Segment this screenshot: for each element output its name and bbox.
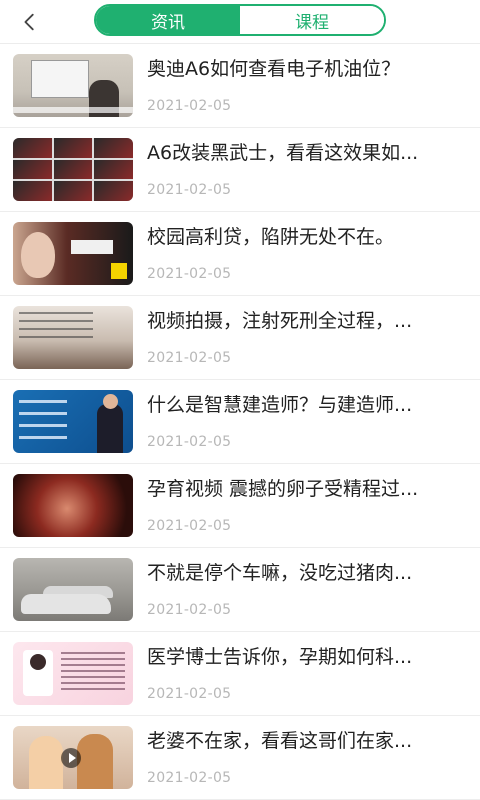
list-item[interactable]: 校园高利贷，陷阱无处不在。 2021-02-05 (0, 212, 480, 296)
list-item[interactable]: 老婆不在家，看看这哥们在家... 2021-02-05 (0, 716, 480, 800)
tab-news[interactable]: 资讯 (96, 6, 240, 34)
chevron-left-icon (24, 13, 34, 31)
thumbnail-image (13, 726, 133, 789)
list-item[interactable]: 医学博士告诉你，孕期如何科... 2021-02-05 (0, 632, 480, 716)
thumbnail-image (13, 138, 133, 201)
item-date: 2021-02-05 (147, 770, 232, 786)
item-title: 医学博士告诉你，孕期如何科... (147, 646, 413, 668)
item-date: 2021-02-05 (147, 350, 232, 366)
item-date: 2021-02-05 (147, 518, 232, 534)
play-icon (61, 748, 81, 768)
item-date: 2021-02-05 (147, 98, 232, 114)
item-date: 2021-02-05 (147, 182, 232, 198)
list-item[interactable]: 奥迪A6如何查看电子机油位？ 2021-02-05 (0, 44, 480, 128)
item-title: 老婆不在家，看看这哥们在家... (147, 730, 413, 752)
thumbnail-image (13, 390, 133, 453)
item-title: 不就是停个车嘛，没吃过猪肉... (147, 562, 413, 584)
segmented-tabs: 资讯 课程 (94, 4, 386, 36)
item-title: 孕育视频 震撼的卵子受精程过... (147, 478, 419, 500)
list-item[interactable]: 孕育视频 震撼的卵子受精程过... 2021-02-05 (0, 464, 480, 548)
news-list: 奥迪A6如何查看电子机油位？ 2021-02-05 A6改装黑武士，看看这效果如… (0, 44, 480, 800)
thumbnail-image (13, 306, 133, 369)
item-date: 2021-02-05 (147, 266, 232, 282)
tab-courses[interactable]: 课程 (240, 6, 384, 34)
list-item[interactable]: 不就是停个车嘛，没吃过猪肉... 2021-02-05 (0, 548, 480, 632)
item-title: A6改装黑武士，看看这效果如... (147, 142, 419, 164)
item-title: 奥迪A6如何查看电子机油位？ (147, 58, 401, 80)
thumbnail-image (13, 54, 133, 117)
item-title: 校园高利贷，陷阱无处不在。 (147, 226, 395, 248)
item-date: 2021-02-05 (147, 686, 232, 702)
list-item[interactable]: 视频拍摄，注射死刑全过程，... 2021-02-05 (0, 296, 480, 380)
thumbnail-image (13, 642, 133, 705)
thumbnail-image (13, 222, 133, 285)
item-title: 什么是智慧建造师？与建造师... (147, 394, 413, 416)
back-button[interactable] (14, 6, 46, 38)
list-item[interactable]: A6改装黑武士，看看这效果如... 2021-02-05 (0, 128, 480, 212)
thumbnail-image (13, 474, 133, 537)
top-bar: 资讯 课程 (0, 0, 480, 44)
item-date: 2021-02-05 (147, 434, 232, 450)
thumbnail-image (13, 558, 133, 621)
item-date: 2021-02-05 (147, 602, 232, 618)
item-title: 视频拍摄，注射死刑全过程，... (147, 310, 413, 332)
list-item[interactable]: 什么是智慧建造师？与建造师... 2021-02-05 (0, 380, 480, 464)
